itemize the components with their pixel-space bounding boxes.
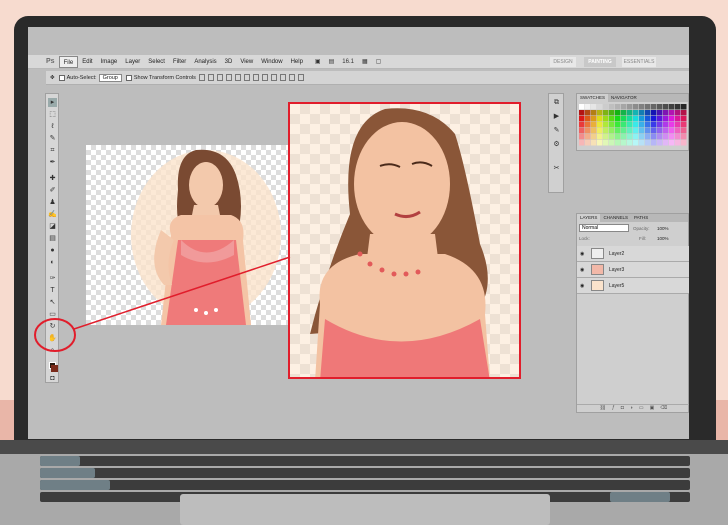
key-tab [40,468,95,478]
touchpad [180,494,550,525]
laptop-screen: Ps File Edit Image Layer Select Filter A… [28,27,689,439]
key-row [40,480,690,490]
key-caps [40,480,110,490]
keyboard-hinge [0,440,728,454]
callout-overlay [34,256,291,352]
key-row [40,468,690,478]
key-shift [610,492,670,502]
key-row [40,456,690,466]
key-escape [40,456,80,466]
